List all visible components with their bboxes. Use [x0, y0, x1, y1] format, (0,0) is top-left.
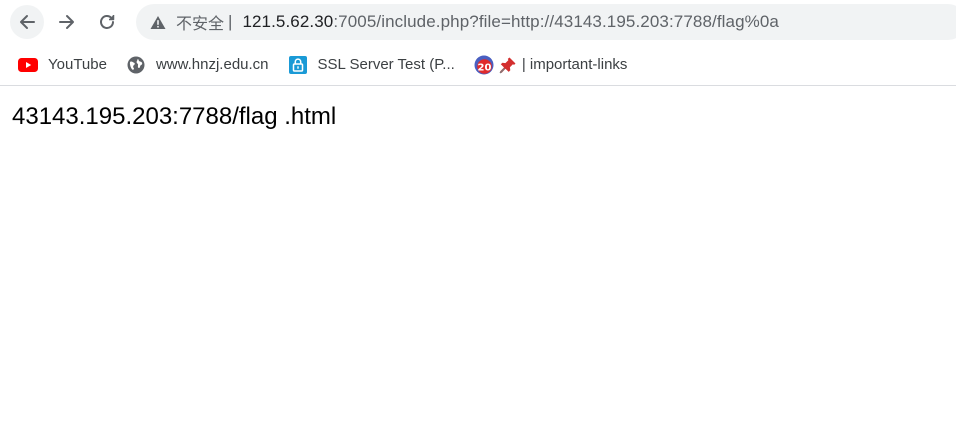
- address-bar[interactable]: 不安全 | 121.5.62.30:7005/include.php?file=…: [136, 4, 956, 40]
- bookmarks-bar: YouTube www.hnzj.edu.cn SSL Server Test …: [0, 44, 956, 86]
- back-button[interactable]: [10, 5, 44, 39]
- url-host: 121.5.62.30: [242, 12, 334, 31]
- url-path: :7005/include.php?file=http://43143.195.…: [333, 12, 779, 31]
- reload-button[interactable]: [90, 5, 124, 39]
- url-text[interactable]: 121.5.62.30:7005/include.php?file=http:/…: [242, 12, 779, 32]
- bookmark-youtube[interactable]: YouTube: [10, 51, 115, 79]
- globe-icon: [126, 55, 146, 75]
- bookmark-important-links[interactable]: 20 | important-links: [466, 51, 636, 79]
- arrow-left-icon: [20, 15, 35, 29]
- browser-toolbar: 不安全 | 121.5.62.30:7005/include.php?file=…: [0, 0, 956, 44]
- svg-text:20: 20: [477, 62, 491, 73]
- warning-icon[interactable]: [149, 13, 167, 31]
- arrow-right-icon: [59, 15, 74, 29]
- forward-button[interactable]: [50, 5, 84, 39]
- bookmark-label: SSL Server Test (P...: [317, 56, 455, 73]
- pushpin-icon: [498, 55, 518, 75]
- bookmark-label: YouTube: [48, 56, 107, 73]
- calendar-20-icon: 20: [474, 55, 494, 75]
- bookmark-hnzj[interactable]: www.hnzj.edu.cn: [118, 51, 277, 79]
- reload-icon: [100, 15, 115, 29]
- security-label[interactable]: 不安全: [176, 10, 224, 34]
- bookmark-label: www.hnzj.edu.cn: [155, 56, 269, 73]
- youtube-icon: [18, 55, 38, 75]
- url-separator: |: [228, 12, 233, 31]
- page-content: 43143.195.203:7788/flag .html: [0, 86, 956, 147]
- page-body-text: 43143.195.203:7788/flag .html: [12, 103, 337, 130]
- lock-icon: [288, 55, 308, 75]
- bookmark-label: | important-links: [521, 56, 628, 73]
- bookmark-ssl-server-test[interactable]: SSL Server Test (P...: [280, 51, 463, 79]
